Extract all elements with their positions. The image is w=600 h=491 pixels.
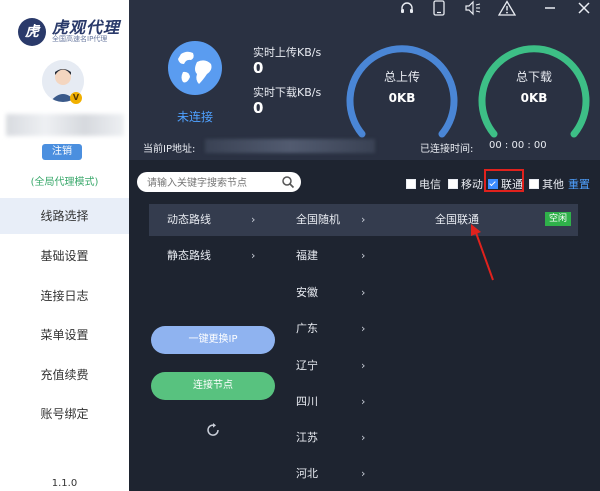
total-download-label: 总下载 [515, 70, 552, 84]
upload-speed-label: 实时上传KB/s [253, 46, 322, 59]
total-upload-gauge: 总上传 0KB [343, 34, 461, 152]
chevron-right-icon: › [251, 249, 256, 262]
reset-filter-link[interactable]: 重置 [568, 176, 590, 192]
app-logo: 虎 虎观代理 全国高速名IP代理 [8, 8, 124, 46]
region-item[interactable]: 全国随机 › [268, 204, 378, 236]
chevron-right-icon: › [361, 395, 366, 408]
logout-button[interactable]: 注销 [42, 144, 82, 160]
chevron-right-icon: › [361, 322, 366, 335]
warning-icon[interactable] [496, 0, 518, 22]
minimize-icon[interactable] [539, 0, 561, 22]
chevron-right-icon: › [361, 467, 366, 480]
region-label: 辽宁 [296, 359, 318, 372]
app-subtitle: 全国高速名IP代理 [52, 35, 108, 43]
refresh-icon[interactable] [205, 422, 221, 438]
region-item[interactable]: 福建 › [268, 240, 378, 272]
route-type-label: 静态路线 [167, 249, 211, 262]
status-panel: 未连接 实时上传KB/s 0 实时下载KB/s 0 总上传 0KB 总下载 0K… [129, 0, 600, 160]
region-label: 全国随机 [296, 213, 340, 226]
sidebar-item-route-select[interactable]: 线路选择 [0, 198, 129, 234]
download-speed-value: 0 [253, 99, 264, 117]
filter-label: 移动 [461, 178, 483, 191]
highlight-box [484, 169, 524, 192]
chevron-right-icon: › [361, 249, 366, 262]
vip-badge: V [70, 92, 82, 104]
status-badge: 空闲 [545, 212, 571, 226]
total-download-value: 0KB [520, 91, 548, 105]
proxy-mode-label: (全局代理模式) [30, 177, 99, 188]
sidebar-item-menu-settings[interactable]: 菜单设置 [0, 317, 129, 353]
sidebar-item-recharge[interactable]: 充值续费 [0, 357, 129, 393]
total-download-gauge: 总下载 0KB [475, 34, 593, 152]
globe-icon [167, 40, 223, 96]
username-blurred [6, 114, 124, 136]
search-input[interactable] [145, 174, 279, 192]
checkbox-icon[interactable] [406, 179, 416, 189]
volume-icon[interactable] [462, 0, 484, 22]
region-item[interactable]: 河北 › [268, 458, 378, 490]
region-item[interactable]: 四川 › [268, 386, 378, 418]
connected-time-label: 已连接时间: [420, 144, 474, 155]
chevron-right-icon: › [361, 359, 366, 372]
chevron-right-icon: › [361, 286, 366, 299]
chevron-right-icon: › [361, 431, 366, 444]
checkbox-icon[interactable] [448, 179, 458, 189]
headset-icon[interactable] [396, 0, 418, 22]
chevron-right-icon: › [361, 213, 366, 226]
checkbox-icon[interactable] [529, 179, 539, 189]
connection-state-label: 未连接 [176, 110, 213, 124]
region-label: 四川 [296, 395, 318, 408]
route-type-label: 动态路线 [167, 213, 211, 226]
filter-mobile[interactable]: 移动 [448, 176, 483, 192]
switch-ip-button[interactable]: 一键更换IP [151, 326, 275, 354]
filter-other[interactable]: 其他 [529, 176, 564, 192]
sidebar-item-connection-log[interactable]: 连接日志 [0, 278, 129, 314]
device-icon[interactable] [428, 0, 450, 22]
close-icon[interactable] [573, 0, 595, 22]
main-panel: 未连接 实时上传KB/s 0 实时下载KB/s 0 总上传 0KB 总下载 0K… [129, 0, 600, 491]
filter-label: 电信 [419, 178, 441, 191]
chevron-right-icon: › [251, 213, 256, 226]
region-label: 江苏 [296, 431, 318, 444]
tiger-logo-icon: 虎 [18, 18, 46, 46]
filter-label: 其他 [542, 178, 564, 191]
total-upload-label: 总上传 [383, 70, 420, 84]
region-item[interactable]: 江苏 › [268, 422, 378, 454]
region-label: 安徽 [296, 286, 318, 299]
sidebar-item-account-binding[interactable]: 账号绑定 [0, 396, 129, 432]
sidebar-item-basic-settings[interactable]: 基础设置 [0, 238, 129, 274]
region-label: 河北 [296, 467, 318, 480]
connect-node-button[interactable]: 连接节点 [151, 372, 275, 400]
route-type-dynamic[interactable]: 动态路线 › [149, 204, 268, 236]
region-label: 广东 [296, 322, 318, 335]
download-speed-label: 实时下载KB/s [253, 86, 322, 99]
upload-speed-value: 0 [253, 59, 264, 77]
filter-telecom[interactable]: 电信 [406, 176, 441, 192]
region-item[interactable]: 安徽 › [268, 277, 378, 309]
region-label: 福建 [296, 249, 318, 262]
current-ip-label: 当前IP地址: [143, 144, 196, 155]
version-label: 1.1.0 [51, 478, 78, 489]
region-item[interactable]: 辽宁 › [268, 350, 378, 382]
current-ip-blurred [205, 139, 375, 153]
connected-time-value: 00 : 00 : 00 [489, 140, 547, 151]
sidebar: 虎 虎观代理 全国高速名IP代理 V 注销 (全局代理模式) 线路选择 基础设置… [0, 0, 129, 491]
search-box[interactable] [137, 172, 301, 192]
annotation-arrow-icon [471, 224, 494, 281]
total-upload-value: 0KB [388, 91, 416, 105]
route-type-static[interactable]: 静态路线 › [149, 240, 268, 272]
search-icon[interactable] [281, 175, 295, 189]
region-item[interactable]: 广东 › [268, 313, 378, 345]
